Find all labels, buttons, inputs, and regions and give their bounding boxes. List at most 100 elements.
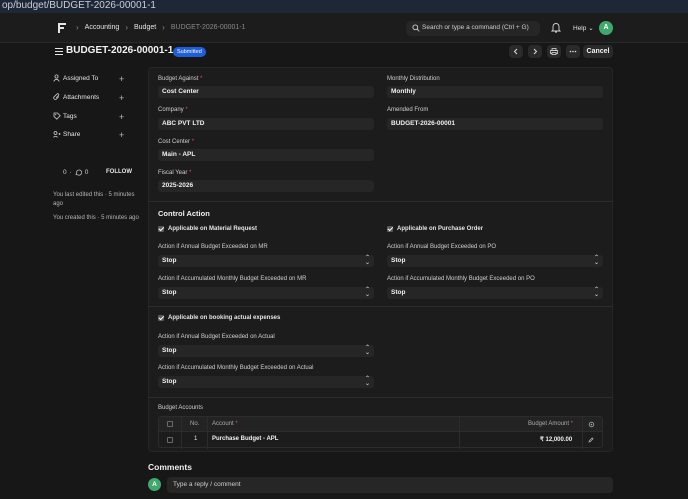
chevron-right-icon: ›: [125, 23, 128, 32]
label-text: Company: [158, 107, 184, 113]
page-title: BUDGET-2026-00001-1: [66, 45, 174, 56]
sidebar-item-label: Attachments: [63, 93, 100, 101]
add-assignee-icon[interactable]: +: [119, 75, 124, 84]
cost-center-field[interactable]: Main - APL: [158, 149, 374, 161]
monthly-po-select[interactable]: Stop ⌃ ⌄: [387, 287, 603, 299]
sidebar-toggle-icon[interactable]: [55, 48, 63, 55]
follow-button[interactable]: FOLLOW: [106, 169, 132, 175]
section-divider: [148, 201, 613, 202]
chevron-right-icon: ›: [162, 23, 165, 32]
previous-doc-button[interactable]: [509, 45, 523, 58]
help-dropdown[interactable]: Help ⌄: [573, 24, 594, 32]
sidebar-item-share[interactable]: Share: [53, 130, 80, 138]
paperclip-icon: [53, 93, 60, 100]
row-budget-amount[interactable]: ₹ 12,000.00: [540, 436, 572, 443]
breadcrumb: › Accounting › Budget › BUDGET-2026-0000…: [76, 23, 246, 32]
checkbox-checked-icon[interactable]: [387, 226, 393, 232]
sidebar-item-label: Assigned To: [63, 74, 99, 82]
column-divider: [181, 417, 182, 449]
budget-against-field[interactable]: Cost Center: [158, 86, 374, 98]
checkbox-checked-icon[interactable]: [158, 315, 164, 321]
gear-icon[interactable]: [588, 421, 595, 428]
company-label: Company *: [158, 107, 188, 113]
annual-po-label: Action if Annual Budget Exceeded on PO: [387, 244, 497, 250]
checkbox-label: Applicable on Material Request: [168, 226, 258, 232]
required-marker: *: [235, 421, 238, 427]
annual-actual-select[interactable]: Stop ⌃ ⌄: [158, 345, 374, 357]
cost-center-label: Cost Center *: [158, 139, 194, 145]
share-add-icon[interactable]: +: [119, 131, 124, 140]
likes-count: 0: [63, 169, 67, 176]
column-header-budget-amount: Budget Amount *: [528, 421, 573, 427]
monthly-distribution-label: Monthly Distribution: [387, 76, 440, 82]
label-text: Fiscal Year: [158, 170, 188, 176]
search-placeholder: Search or type a command (Ctrl + G): [422, 24, 529, 31]
last-edited-text: You last edited this · 5 minutes ago: [53, 192, 135, 207]
more-actions-button[interactable]: [566, 45, 580, 58]
select-chevron-icon: ⌃ ⌄: [593, 255, 599, 266]
annual-actual-label: Action if Annual Budget Exceeded on Actu…: [158, 334, 275, 340]
sidebar-item-attachments[interactable]: Attachments: [53, 93, 99, 101]
row-checkbox[interactable]: [167, 437, 173, 443]
sidebar-item-tags[interactable]: Tags: [53, 112, 77, 120]
purchase-order-checkbox[interactable]: Applicable on Purchase Order: [387, 226, 483, 232]
select-chevron-icon: ⌃ ⌄: [593, 287, 599, 298]
amended-from-label: Amended From: [387, 107, 429, 113]
row-account[interactable]: Purchase Budget - APL: [212, 436, 278, 442]
breadcrumb-accounting[interactable]: Accounting: [85, 24, 120, 31]
column-divider: [459, 417, 460, 449]
monthly-actual-select[interactable]: Stop ⌃ ⌄: [158, 376, 374, 388]
comments-count: 0: [84, 169, 89, 176]
notification-bell-icon[interactable]: [551, 22, 561, 33]
assign-icon: [53, 74, 60, 82]
column-divider: [582, 417, 583, 449]
header-text: Account: [212, 421, 234, 427]
select-chevron-icon: ⌃ ⌄: [364, 376, 370, 387]
status-badge: Submitted: [173, 47, 206, 57]
cancel-button[interactable]: Cancel: [583, 45, 613, 58]
comment-avatar: A: [148, 478, 161, 491]
print-button[interactable]: [547, 45, 561, 58]
chevron-left-icon: [513, 48, 518, 55]
section-divider: [148, 397, 613, 398]
label-text: Budget Against: [158, 76, 199, 82]
more-dots-icon: [569, 50, 577, 53]
annual-po-select[interactable]: Stop ⌃ ⌄: [387, 255, 603, 267]
user-avatar[interactable]: A: [599, 21, 613, 35]
checkbox-label: Applicable on Purchase Order: [397, 226, 484, 232]
checkbox-label: Applicable on booking actual expenses: [168, 315, 281, 321]
breadcrumb-current: BUDGET-2026-00001-1: [170, 24, 246, 31]
breadcrumb-budget[interactable]: Budget: [134, 24, 156, 31]
comments-title: Comments: [148, 462, 192, 472]
required-marker: *: [185, 107, 188, 113]
app-logo-icon[interactable]: [57, 22, 67, 34]
add-tag-icon[interactable]: +: [119, 113, 124, 122]
engagement-stats: 0 · 0: [63, 169, 88, 176]
sidebar-item-assigned-to[interactable]: Assigned To: [53, 74, 98, 82]
budget-accounts-label: Budget Accounts: [158, 405, 204, 411]
annual-mr-select[interactable]: Stop ⌃ ⌄: [158, 255, 374, 267]
select-value: Stop: [162, 257, 177, 264]
monthly-mr-select[interactable]: Stop ⌃ ⌄: [158, 287, 374, 299]
browser-url-bar[interactable]: op/budget/BUDGET-2026-00001-1: [0, 0, 688, 13]
company-field[interactable]: ABC PVT LTD: [158, 118, 374, 130]
monthly-distribution-field[interactable]: Monthly: [387, 86, 603, 98]
material-request-checkbox[interactable]: Applicable on Material Request: [158, 226, 257, 232]
tag-icon: [53, 112, 61, 120]
actual-expenses-checkbox[interactable]: Applicable on booking actual expenses: [158, 315, 280, 321]
annual-mr-label: Action if Annual Budget Exceeded on MR: [158, 244, 268, 250]
checkbox-checked-icon[interactable]: [158, 226, 164, 232]
url-text[interactable]: op/budget/BUDGET-2026-00001-1: [2, 0, 156, 12]
edit-pencil-icon[interactable]: [588, 437, 594, 443]
amended-from-field[interactable]: BUDGET-2026-00001: [387, 118, 603, 130]
select-all-checkbox[interactable]: [167, 421, 173, 427]
next-doc-button[interactable]: [528, 45, 542, 58]
search-bar[interactable]: Search or type a command (Ctrl + G): [406, 21, 540, 36]
required-marker: *: [570, 421, 574, 427]
select-chevron-icon: ⌃ ⌄: [364, 345, 370, 356]
chevron-down-icon: ⌄: [588, 25, 594, 32]
comment-input[interactable]: Type a reply / comment: [167, 477, 613, 493]
add-attachment-icon[interactable]: +: [119, 94, 124, 103]
fiscal-year-field[interactable]: 2025-2026: [158, 180, 374, 192]
top-navbar: › Accounting › Budget › BUDGET-2026-0000…: [0, 13, 688, 43]
